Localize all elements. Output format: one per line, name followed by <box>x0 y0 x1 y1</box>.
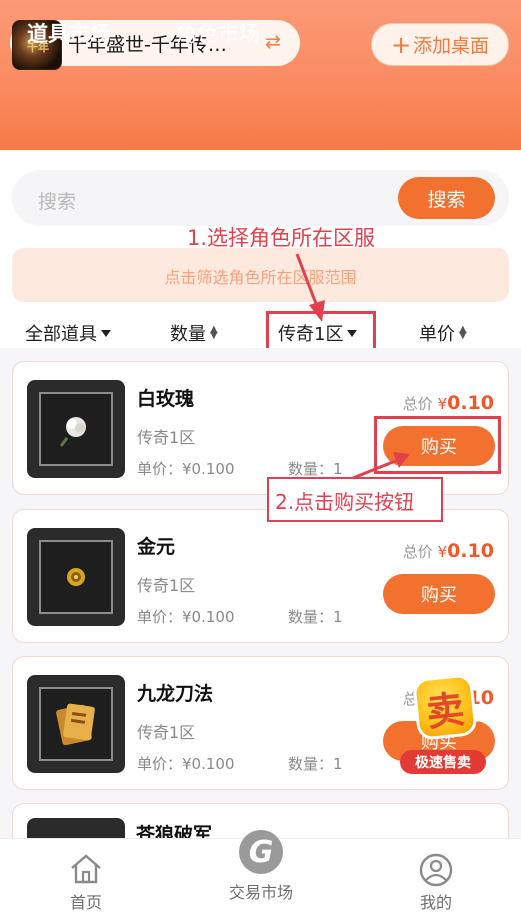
item-unit-price: 单价：¥0.100 <box>137 755 235 773</box>
nav-market-label: 交易市场 <box>228 883 293 902</box>
g-logo-icon[interactable]: G <box>239 830 283 874</box>
item-name: 白玫瑰 <box>137 388 195 410</box>
tab-role-market[interactable]: 角色市场 <box>176 18 260 48</box>
item-thumbnail <box>27 528 125 626</box>
plus-icon: + <box>390 30 412 59</box>
sort-all-items-label: 全部道具 <box>25 324 97 345</box>
white-rose-icon <box>39 392 113 466</box>
sort-quantity[interactable]: 数量 ▲ ▼ <box>170 320 218 346</box>
list-item[interactable]: 金元 传奇1区 单价：¥0.100 数量：1 总价 ¥0.10 购买 <box>12 509 509 643</box>
triangle-down-icon <box>101 330 111 337</box>
quick-sell-badge[interactable]: 卖 极速售卖 <box>398 672 490 780</box>
item-quantity: 数量：1 <box>288 608 343 626</box>
item-thumbnail <box>27 380 125 478</box>
item-unit-price: 单价：¥0.100 <box>137 460 235 478</box>
item-thumbnail <box>27 675 125 773</box>
sort-unit-price-label: 单价 <box>419 324 455 345</box>
search-button[interactable]: 搜索 <box>398 177 495 219</box>
total-value: 0.10 <box>447 540 494 562</box>
sell-char-icon: 卖 <box>411 673 479 741</box>
sort-updown-icon: ▲ ▼ <box>459 324 467 341</box>
nav-mine-label: 我的 <box>419 893 452 912</box>
quick-sell-label: 极速售卖 <box>400 750 486 774</box>
buy-highlight-box <box>374 416 501 474</box>
annotation-step1: 1.选择角色所在区服 <box>187 226 376 250</box>
currency-symbol: ¥ <box>437 543 448 561</box>
item-total-price: 总价 ¥0.10 <box>403 392 494 414</box>
item-server: 传奇1区 <box>137 723 196 742</box>
server-highlight-box <box>266 311 376 351</box>
nav-home[interactable]: 首页 <box>26 839 146 915</box>
sort-all-items[interactable]: 全部道具 <box>25 320 111 346</box>
item-name: 九龙刀法 <box>137 683 214 705</box>
skill-book-icon <box>39 687 113 761</box>
item-quantity: 数量：1 <box>288 460 343 478</box>
item-total-price: 总价 ¥0.10 <box>403 540 494 562</box>
item-quantity: 数量：1 <box>288 755 343 773</box>
nav-home-label: 首页 <box>69 893 102 912</box>
sort-unit-price[interactable]: 单价 ▲ ▼ <box>419 320 467 346</box>
item-unit-price: 单价：¥0.100 <box>137 608 235 626</box>
filter-hint-text: 点击筛选角色所在区服范围 <box>164 268 357 287</box>
gold-coin-icon <box>39 540 113 614</box>
currency-symbol: ¥ <box>437 395 448 413</box>
search-input[interactable]: 搜索 <box>38 187 76 214</box>
swap-icon[interactable]: ⇄ <box>265 31 281 53</box>
buy-button[interactable]: 购买 <box>383 574 495 614</box>
tab-item-market[interactable]: 道具市场 <box>27 18 111 48</box>
total-label: 总价 <box>402 543 433 561</box>
user-icon <box>419 853 453 887</box>
total-label: 总价 <box>402 395 433 413</box>
sort-updown-icon: ▲ ▼ <box>210 324 218 341</box>
nav-mine[interactable]: 我的 <box>376 839 496 915</box>
item-name: 金元 <box>137 536 176 558</box>
home-icon <box>71 854 101 884</box>
annotation-step2: 2.点击购买按钮 <box>275 490 415 514</box>
add-desktop-button[interactable]: + 添加桌面 <box>371 23 509 66</box>
item-server: 传奇1区 <box>137 428 196 447</box>
item-server: 传奇1区 <box>137 576 196 595</box>
total-value: 0.10 <box>447 392 494 414</box>
add-desktop-label: 添加桌面 <box>413 35 490 57</box>
sort-quantity-label: 数量 <box>170 324 206 345</box>
